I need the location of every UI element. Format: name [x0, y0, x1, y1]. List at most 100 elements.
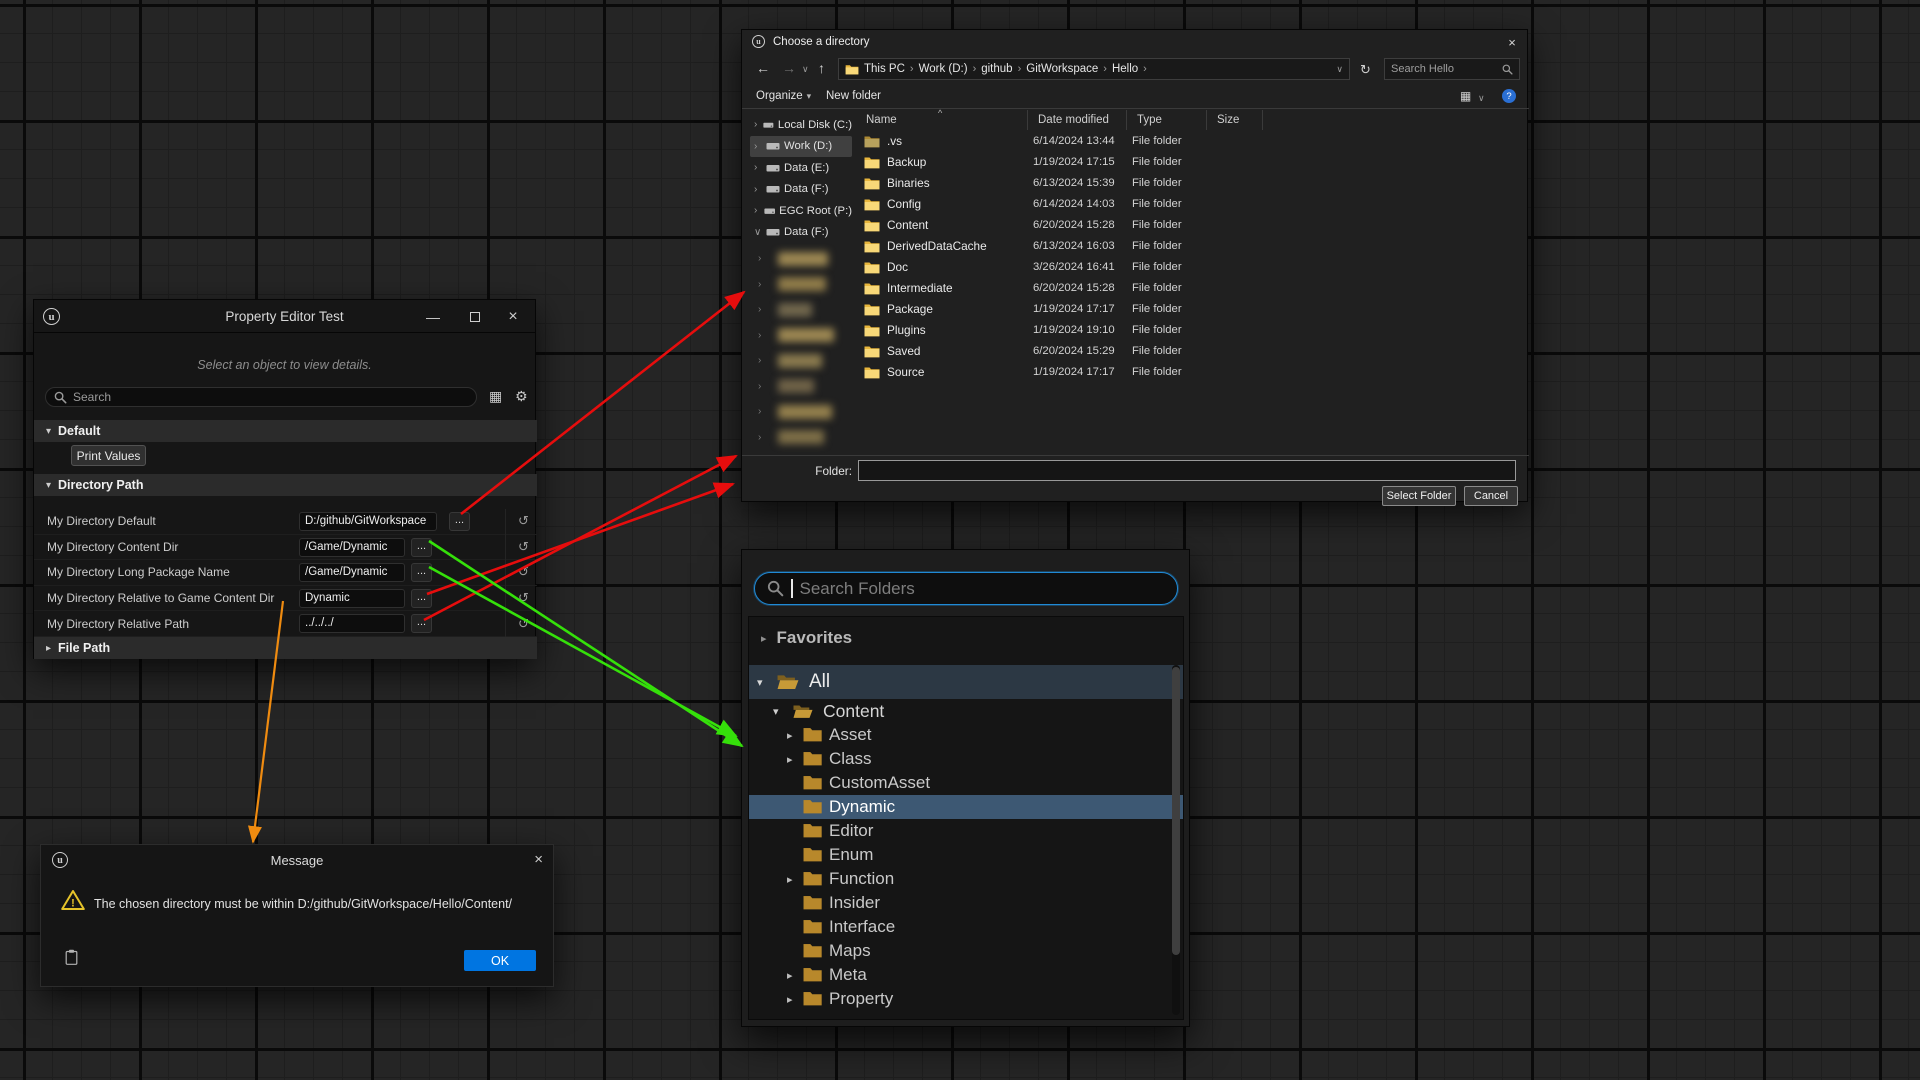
redacted-item[interactable]: › [750, 246, 852, 272]
favorites-section[interactable]: ▸ Favorites [749, 623, 1183, 653]
breadcrumb-item[interactable]: Work (D:) [919, 63, 968, 75]
chevron-right-icon[interactable]: › [754, 162, 766, 173]
tree-item-all[interactable]: ▾ All [749, 665, 1183, 699]
browse-ellipsis-button[interactable]: ... [449, 512, 470, 531]
refresh-icon[interactable]: ↻ [1360, 62, 1371, 78]
expander-right-icon[interactable]: ▸ [787, 993, 793, 1006]
file-row[interactable]: .vs6/14/2024 13:44File folder [856, 131, 1523, 152]
settings-gear-icon[interactable]: ⚙ [515, 388, 528, 405]
address-dropdown-icon[interactable]: ∨ [1336, 64, 1343, 75]
reset-to-default-icon[interactable]: ↺ [518, 590, 529, 606]
redacted-item[interactable]: › [750, 399, 852, 425]
expander-right-icon[interactable]: ▸ [787, 729, 793, 742]
redacted-item[interactable]: › [750, 348, 852, 374]
new-folder-button[interactable]: New folder [826, 90, 881, 102]
file-row[interactable]: Doc3/26/2024 16:41File folder [856, 257, 1523, 278]
tree-item-class[interactable]: ▸Class [749, 747, 1183, 771]
maximize-button[interactable] [460, 300, 490, 333]
file-row[interactable]: Package1/19/2024 17:17File folder [856, 299, 1523, 320]
redacted-item[interactable]: › [750, 297, 852, 323]
drive-item-egc-root-p[interactable]: › EGC Root (P:) [750, 200, 852, 222]
tree-item-dynamic-selected[interactable]: Dynamic [749, 795, 1183, 819]
scrollbar-track[interactable] [1172, 665, 1180, 1015]
tree-item-insider[interactable]: Insider [749, 891, 1183, 915]
drive-item-work-d[interactable]: › Work (D:) [750, 136, 852, 158]
tree-item-interface[interactable]: Interface [749, 915, 1183, 939]
column-header-name[interactable]: Name^ [856, 110, 1028, 130]
tree-item-enum[interactable]: Enum [749, 843, 1183, 867]
tree-item-property[interactable]: ▸Property [749, 987, 1183, 1011]
property-value-input[interactable]: Dynamic [299, 589, 405, 608]
organize-menu-button[interactable]: Organize▾ [756, 90, 811, 102]
breadcrumb-item[interactable]: Hello [1112, 63, 1138, 75]
reset-to-default-icon[interactable]: ↺ [518, 616, 529, 632]
close-button[interactable]: × [534, 851, 543, 868]
ok-button[interactable]: OK [464, 950, 536, 971]
column-header-size[interactable]: Size [1207, 110, 1263, 130]
reset-to-default-icon[interactable]: ↺ [518, 539, 529, 555]
browse-ellipsis-button[interactable]: ... [411, 538, 432, 557]
tree-item-meta[interactable]: ▸Meta [749, 963, 1183, 987]
scrollbar-thumb[interactable] [1172, 667, 1180, 955]
select-folder-button[interactable]: Select Folder [1382, 486, 1456, 506]
column-header-type[interactable]: Type [1127, 110, 1207, 130]
column-view-icon[interactable]: ▦ [489, 388, 502, 405]
expander-right-icon[interactable]: ▸ [787, 969, 793, 982]
tree-item-asset[interactable]: ▸Asset [749, 723, 1183, 747]
breadcrumb-item[interactable]: github [981, 63, 1012, 75]
back-button[interactable]: ← [756, 60, 770, 76]
file-row[interactable]: Source1/19/2024 17:17File folder [856, 362, 1523, 383]
up-button[interactable]: ↑ [818, 60, 825, 76]
details-search-input[interactable]: Search [45, 387, 477, 407]
help-button[interactable]: ? [1502, 89, 1516, 103]
chevron-right-icon[interactable]: › [754, 141, 766, 152]
print-values-button[interactable]: Print Values [71, 445, 146, 466]
column-header-date-modified[interactable]: Date modified [1028, 110, 1127, 130]
forward-button[interactable]: → [782, 60, 796, 76]
tree-item-function[interactable]: ▸Function [749, 867, 1183, 891]
property-editor-titlebar[interactable]: u Property Editor Test — × [34, 300, 535, 333]
expander-right-icon[interactable]: ▸ [787, 753, 793, 766]
breadcrumb[interactable]: This PC › Work (D:) › github › GitWorksp… [838, 58, 1350, 80]
expander-right-icon[interactable]: ▸ [787, 873, 793, 886]
redacted-item[interactable]: › [750, 374, 852, 400]
tree-item-editor[interactable]: Editor [749, 819, 1183, 843]
close-button[interactable]: × [1497, 30, 1527, 54]
dialog-titlebar[interactable]: u Choose a directory × [742, 30, 1527, 54]
reset-to-default-icon[interactable]: ↺ [518, 513, 529, 529]
drive-item-data-f-expanded[interactable]: ∨ Data (F:) [750, 222, 852, 244]
copy-to-clipboard-icon[interactable] [65, 949, 78, 965]
file-row[interactable]: Backup1/19/2024 17:15File folder [856, 152, 1523, 173]
tree-item-maps[interactable]: Maps [749, 939, 1183, 963]
chevron-right-icon[interactable]: › [754, 205, 764, 216]
message-titlebar[interactable]: u Message × [41, 845, 553, 875]
tree-item-customasset[interactable]: CustomAsset [749, 771, 1183, 795]
file-row[interactable]: Saved6/20/2024 15:29File folder [856, 341, 1523, 362]
cancel-button[interactable]: Cancel [1464, 486, 1518, 506]
file-row[interactable]: Content6/20/2024 15:28File folder [856, 215, 1523, 236]
chevron-down-icon[interactable]: ∨ [754, 227, 766, 238]
file-row[interactable]: DerivedDataCache6/13/2024 16:03File fold… [856, 236, 1523, 257]
file-row[interactable]: Binaries6/13/2024 15:39File folder [856, 173, 1523, 194]
redacted-item[interactable]: › [750, 425, 852, 451]
browse-ellipsis-button[interactable]: ... [411, 563, 432, 582]
view-mode-icon[interactable]: ▦ [1460, 89, 1471, 103]
folder-search-input[interactable]: Search Folders [754, 572, 1178, 605]
breadcrumb-item[interactable]: This PC [864, 63, 905, 75]
property-value-input[interactable]: /Game/Dynamic [299, 538, 405, 557]
drive-item-data-f[interactable]: › Data (F:) [750, 179, 852, 201]
file-row[interactable]: Intermediate6/20/2024 15:28File folder [856, 278, 1523, 299]
folder-name-input[interactable] [858, 460, 1516, 481]
section-header-directory-path[interactable]: ▾ Directory Path [34, 474, 537, 496]
expander-down-icon[interactable]: ▾ [773, 705, 787, 718]
dialog-search-input[interactable]: Search Hello [1384, 58, 1520, 80]
chevron-right-icon[interactable]: › [754, 184, 766, 195]
expander-down-icon[interactable]: ▾ [757, 676, 771, 689]
breadcrumb-item[interactable]: GitWorkspace [1026, 63, 1098, 75]
redacted-item[interactable]: › [750, 272, 852, 298]
tree-item-content[interactable]: ▾ Content [749, 699, 1183, 723]
redacted-item[interactable]: › [750, 323, 852, 349]
chevron-right-icon[interactable]: › [754, 119, 763, 130]
file-row[interactable]: Config6/14/2024 14:03File folder [856, 194, 1523, 215]
property-value-input[interactable]: D:/github/GitWorkspace [299, 512, 437, 531]
